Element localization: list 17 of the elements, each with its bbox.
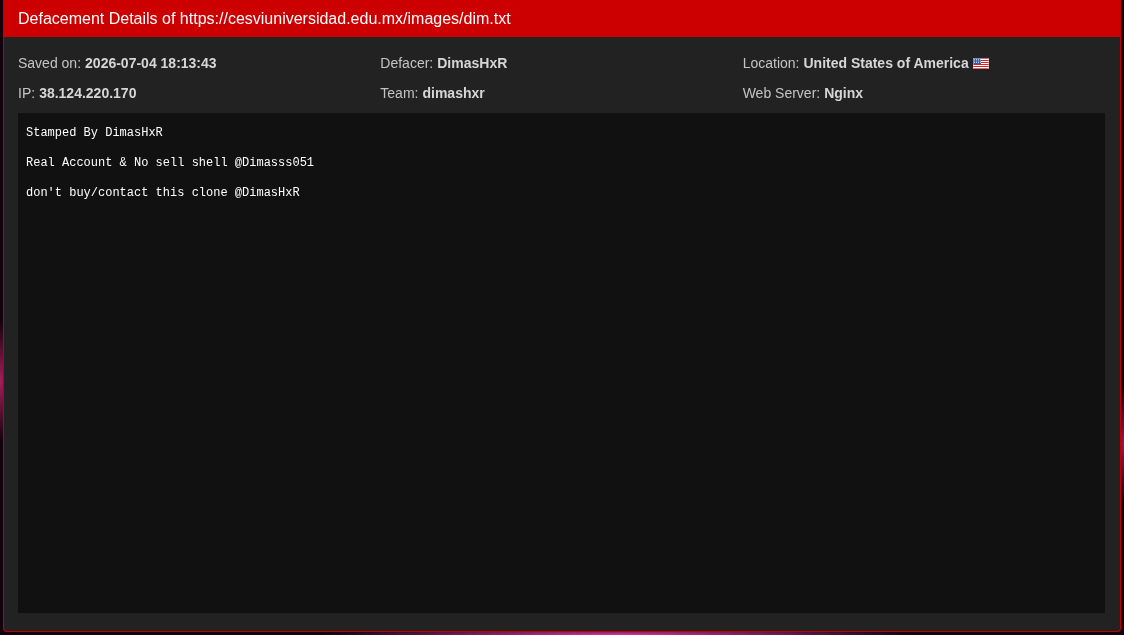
text-line: don't buy/contact this clone @DimasHxR	[26, 186, 300, 201]
text-line: Stamped By DimasHxR	[26, 126, 163, 141]
detail-value: DimasHxR	[437, 53, 508, 73]
panel-title: Defacement Details of https://cesviuniversidad.edu.mx/images/dim.txt	[18, 8, 511, 29]
flag-icon	[972, 57, 989, 69]
detail-value: 2026-07-04 18:13:43	[85, 53, 217, 73]
detail-value: United States of America	[803, 53, 969, 73]
detail-value: Nginx	[824, 83, 864, 103]
detail-value: dimashxr	[422, 83, 485, 103]
detail-label: Defacer:	[380, 53, 434, 73]
detail-label: IP:	[18, 83, 36, 103]
text-line: Real Account & No sell shell @Dimasss051	[26, 156, 315, 171]
detail-label: Team:	[380, 83, 419, 103]
detail-label: Saved on:	[18, 53, 82, 73]
detail-value: 38.124.220.170	[39, 83, 137, 103]
detail-label: Web Server:	[742, 83, 821, 103]
detail-label: Location:	[742, 53, 800, 73]
